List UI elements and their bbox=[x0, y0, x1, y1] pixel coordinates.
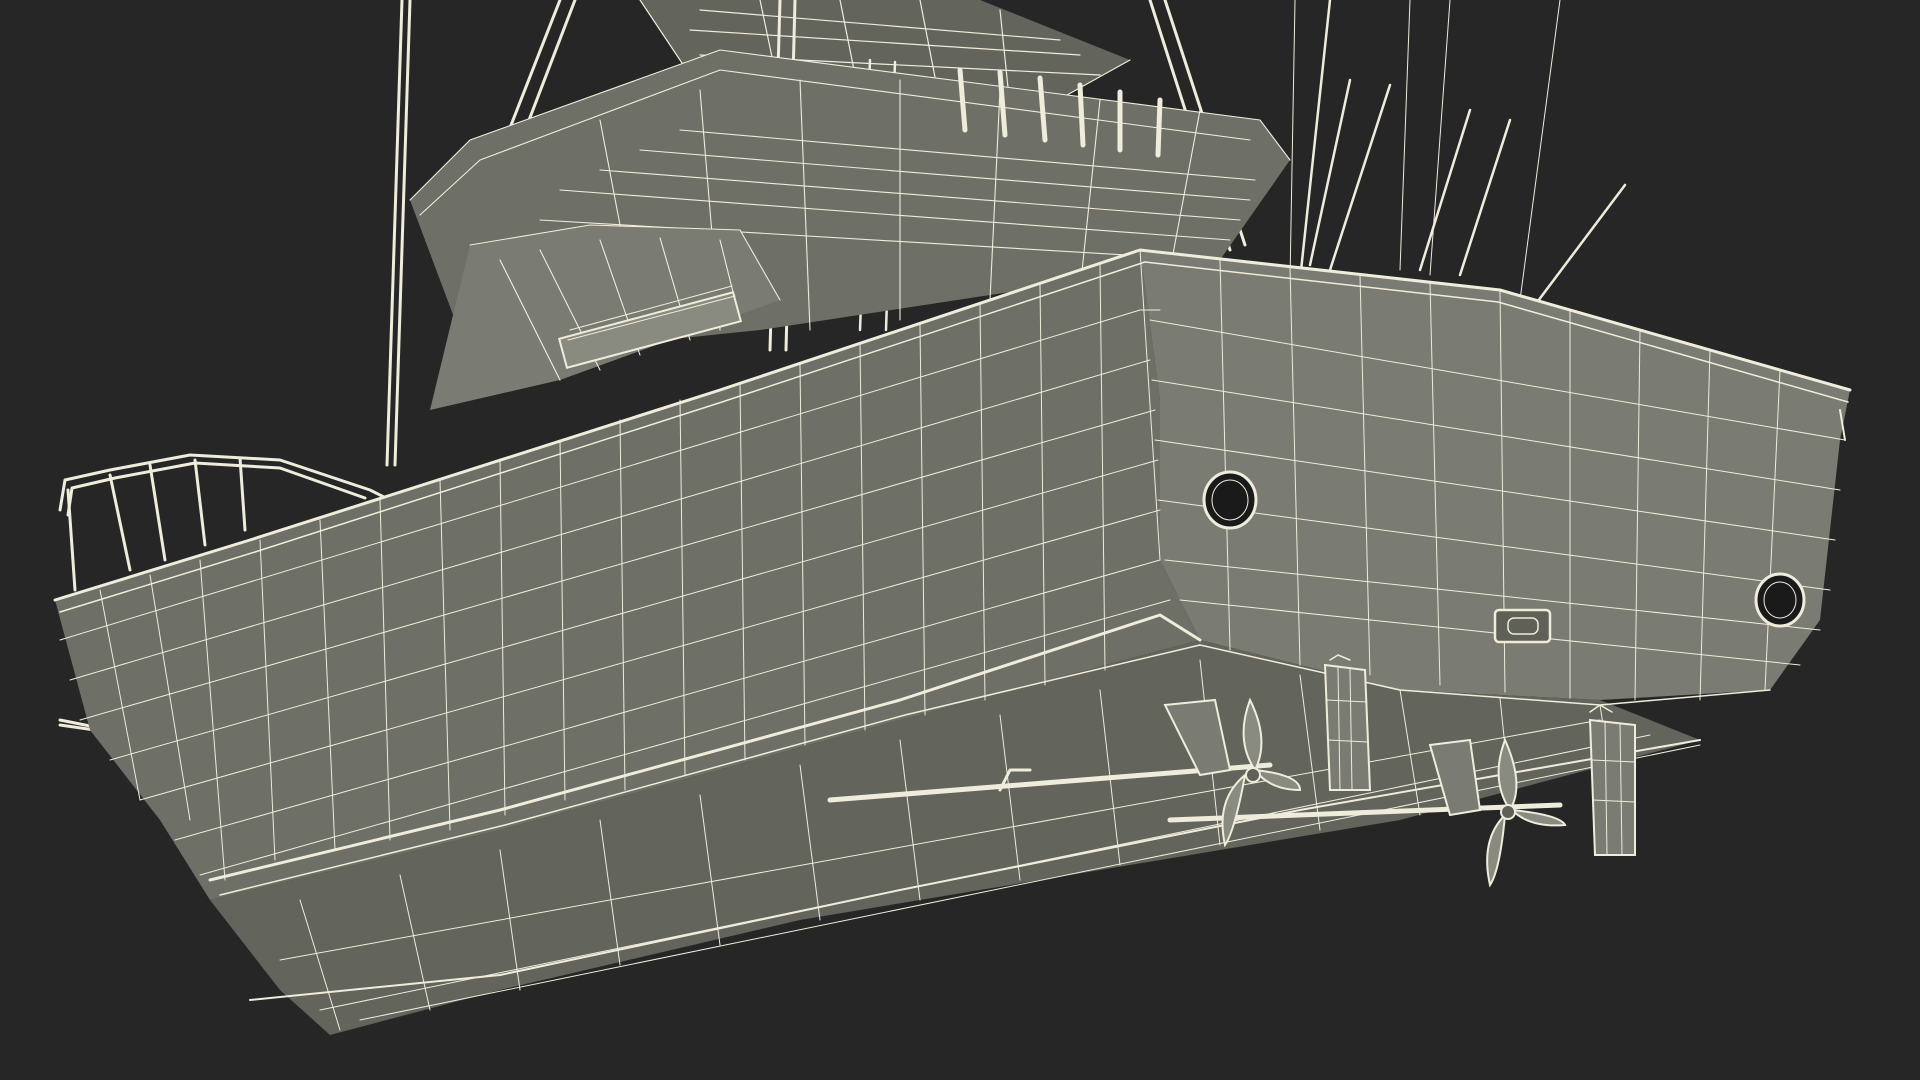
fishing-rods bbox=[1289, 0, 1627, 307]
boat-wireframe-render bbox=[53, 0, 1852, 1035]
transom-plate bbox=[1493, 608, 1552, 644]
hull bbox=[53, 248, 1852, 1035]
render-viewport bbox=[0, 0, 1920, 1080]
